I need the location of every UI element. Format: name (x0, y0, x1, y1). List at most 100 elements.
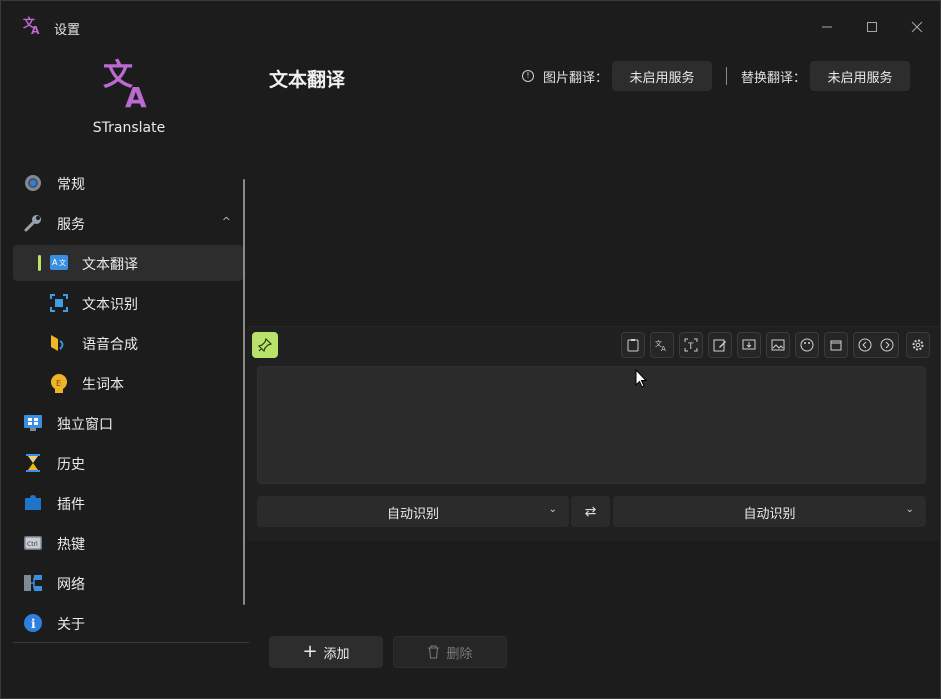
screenshot-translate-button[interactable] (737, 332, 761, 358)
sidebar-item-label: 插件 (57, 497, 85, 513)
sidebar-item-label: 文本翻译 (82, 257, 138, 273)
app-icon: 文 A (23, 15, 40, 35)
sidebar-item-label: 历史 (57, 457, 85, 473)
sidebar-item-standalone-window[interactable]: 独立窗口 (13, 405, 243, 441)
chevron-down-icon: ⌄ (905, 504, 914, 515)
chevron-left-icon (858, 338, 872, 352)
info-icon: ! (522, 70, 534, 82)
sidebar-item-network[interactable]: 网络 (13, 565, 243, 601)
replace-translate-service-button[interactable]: 未启用服务 (810, 61, 910, 91)
sidebar-item-about[interactable]: i 关于 (13, 605, 243, 641)
add-label: 添加 (323, 646, 350, 662)
source-language-value: 自动识别 (386, 507, 439, 522)
sidebar-item-hotkeys[interactable]: Ctrl 热键 (13, 525, 243, 561)
header-divider (726, 67, 727, 85)
translate-mode-button[interactable]: 文A (650, 332, 674, 358)
pin-icon (258, 338, 272, 352)
history-nav-group (853, 332, 899, 358)
sidebar-item-label: 独立窗口 (57, 417, 113, 433)
app-logo: 文 A (103, 58, 147, 109)
target-language-value: 自动识别 (743, 507, 796, 522)
sidebar-item-general[interactable]: 常规 (13, 165, 243, 201)
close-icon (911, 21, 923, 33)
edit-icon (713, 339, 726, 352)
trash-icon (428, 645, 440, 659)
sidebar-item-label: 关于 (57, 617, 85, 633)
image-translate-service-button[interactable]: 未启用服务 (612, 61, 712, 91)
palette-icon (800, 338, 814, 352)
svg-text:A: A (52, 258, 58, 267)
info-icon: i (23, 613, 43, 633)
sidebar-item-plugins[interactable]: 插件 (13, 485, 243, 521)
source-language-select[interactable]: 自动识别 ⌄ (257, 496, 569, 527)
sidebar-item-vocabulary[interactable]: E 生词本 (13, 365, 243, 401)
pin-button[interactable] (252, 332, 278, 358)
theme-button[interactable] (795, 332, 819, 358)
close-button[interactable] (903, 13, 931, 41)
svg-text:E: E (56, 379, 61, 388)
speaker-icon (49, 333, 69, 353)
keyboard-ctrl-icon: Ctrl (23, 533, 43, 553)
minimize-button[interactable] (813, 13, 841, 41)
window-button[interactable] (824, 332, 848, 358)
head-icon: E (49, 373, 69, 393)
sidebar-item-text-translate[interactable]: A文 文本翻译 (13, 245, 243, 281)
selection-indicator (38, 255, 41, 271)
swap-icon: ⇄ (584, 503, 597, 520)
clipboard-button[interactable] (621, 332, 645, 358)
scan-icon (49, 293, 69, 313)
svg-text:A: A (661, 345, 666, 352)
title-bar: 文 A 设置 (1, 1, 940, 53)
window-icon (830, 340, 842, 351)
svg-text:A: A (31, 24, 40, 35)
svg-text:A: A (125, 81, 147, 109)
sidebar-item-text-ocr[interactable]: 文本识别 (13, 285, 243, 321)
wrench-icon (23, 213, 43, 233)
sidebar-item-label: 语音合成 (82, 337, 138, 353)
maximize-button[interactable] (858, 13, 886, 41)
svg-text:文: 文 (59, 258, 66, 267)
replace-translate-label: 替换翻译： (741, 71, 807, 86)
panel-settings-button[interactable] (906, 332, 930, 358)
swap-language-button[interactable]: ⇄ (571, 496, 610, 527)
minimize-icon (822, 26, 832, 28)
target-language-select[interactable]: 自动识别 ⌄ (613, 496, 926, 527)
monitor-icon (23, 413, 43, 433)
chevron-down-icon: ⌄ (548, 504, 557, 515)
sidebar-item-label: 文本识别 (82, 297, 138, 313)
translation-panel-preview: 文A T 自动识别 ⌄ ⇄ 自动识别 ⌄ (247, 326, 939, 541)
delete-service-button[interactable]: 删除 (393, 636, 507, 668)
gear-icon (912, 339, 924, 351)
image-button[interactable] (766, 332, 790, 358)
sidebar-item-history[interactable]: 历史 (13, 445, 243, 481)
network-icon (23, 573, 43, 593)
sidebar-scrollbar[interactable] (243, 179, 245, 605)
hourglass-icon (23, 453, 43, 473)
sidebar-item-tts[interactable]: 语音合成 (13, 325, 243, 361)
add-service-button[interactable]: + 添加 (269, 636, 383, 668)
text-frame-icon: T (684, 338, 698, 352)
sidebar-item-label: 热键 (57, 537, 85, 553)
language-icon: 文A (655, 339, 666, 352)
clipboard-icon (627, 339, 639, 352)
text-select-button[interactable]: T (679, 332, 703, 358)
image-icon (771, 339, 785, 351)
translate-icon: A文 (49, 253, 69, 273)
delete-label: 删除 (446, 646, 473, 662)
svg-text:i: i (31, 617, 36, 631)
mouse-cursor-icon (635, 369, 647, 388)
svg-text:T: T (687, 342, 694, 352)
screen-download-icon (742, 339, 756, 350)
chevron-right-icon (880, 338, 894, 352)
plus-icon: + (302, 641, 318, 662)
sidebar-item-label: 服务 (57, 217, 85, 233)
sidebar-item-services[interactable]: 服务 ^ (13, 205, 243, 241)
page-title: 文本翻译 (269, 69, 346, 91)
puzzle-icon (23, 493, 43, 513)
image-translate-label: 图片翻译： (543, 71, 609, 86)
edit-button[interactable] (708, 332, 732, 358)
chevron-up-icon[interactable]: ^ (222, 215, 231, 228)
input-text-area[interactable] (257, 366, 926, 484)
window-title: 设置 (54, 23, 81, 38)
maximize-icon (867, 22, 877, 32)
